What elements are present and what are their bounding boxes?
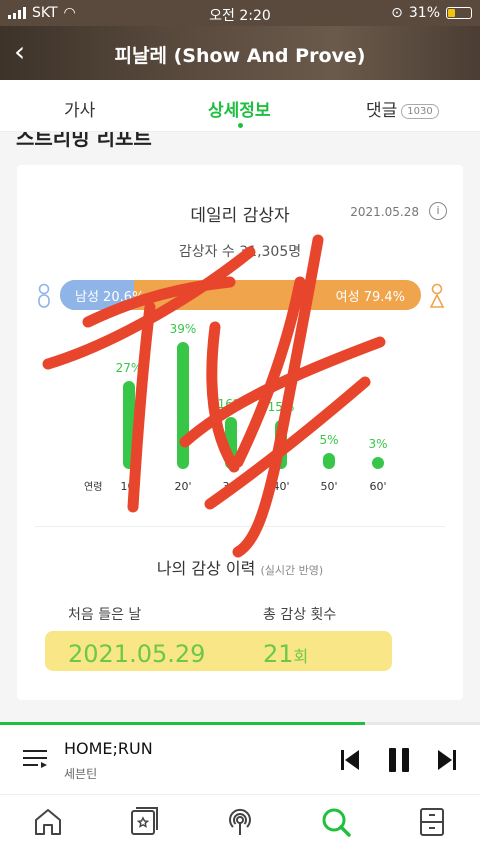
female-label: 여성 79.4% — [335, 290, 405, 305]
comment-count-badge: 1030 — [401, 103, 439, 119]
title-bar: ‹ 피날레 (Show And Prove) — [0, 26, 480, 80]
age-percent-label: 15% — [267, 400, 295, 415]
tab-comments[interactable]: 댓글 1030 — [366, 96, 439, 121]
pause-icon[interactable] — [388, 747, 410, 773]
artist-name: 세븐틴 — [64, 767, 98, 781]
my-history-title: 나의 감상 이력 (실시간 반영) — [17, 555, 463, 579]
age-axis-tick: 20' — [174, 480, 192, 493]
playlist-icon[interactable] — [22, 747, 48, 771]
age-percent-label: 16% — [217, 397, 245, 411]
age-percent-label: 5% — [319, 432, 339, 447]
storage-icon[interactable] — [416, 806, 448, 838]
streaming-report-card: 데일리 감상자 2021.05.28 i 감상자 수 31,305명 남성 20… — [17, 165, 463, 700]
podcast-icon[interactable] — [224, 806, 256, 838]
age-axis-tick: 60' — [369, 480, 387, 493]
mini-player[interactable]: HOME;RUN 세븐틴 — [0, 725, 480, 795]
tab-details[interactable]: 상세정보 — [208, 96, 271, 121]
age-axis-label: 연령 — [84, 482, 103, 493]
search-icon[interactable] — [320, 806, 352, 838]
active-tab-indicator — [238, 123, 243, 128]
report-date: 2021.05.28 — [350, 205, 419, 219]
info-icon[interactable]: i — [429, 202, 447, 220]
total-plays-label: 총 감상 횟수 — [263, 607, 337, 623]
first-listen-label: 처음 들은 날 — [68, 607, 142, 623]
age-axis-tick: 50' — [320, 480, 338, 493]
age-bar — [275, 420, 287, 469]
tab-bar: 가사 상세정보 댓글 1030 — [0, 80, 480, 132]
page-title: 피날레 (Show And Prove) — [114, 45, 366, 67]
age-bar — [123, 381, 135, 469]
status-bar: SKT ◠ 오전 2:20 ⊙ 31% — [0, 0, 480, 26]
rotation-lock-icon: ⊙ — [391, 5, 403, 21]
age-axis-tick: 10' — [120, 480, 138, 493]
total-plays-unit: 회 — [293, 647, 309, 666]
age-bar — [177, 342, 189, 469]
total-plays-number: 21 — [263, 640, 294, 668]
battery-percent: 31% — [408, 5, 440, 21]
battery-icon — [446, 7, 472, 19]
details-content[interactable]: 스트리밍 리포트 데일리 감상자 2021.05.28 i 감상자 수 31,3… — [0, 132, 480, 722]
age-bar — [225, 417, 237, 469]
age-percent-label: 3% — [368, 437, 388, 451]
age-axis-tick: 30' — [222, 480, 240, 493]
listener-count: 감상자 수 31,305명 — [178, 244, 302, 260]
gender-ratio-bar: 남성 20.6% 여성 79.4% — [60, 280, 421, 310]
song-title: HOME;RUN — [64, 739, 153, 758]
tab-lyrics[interactable]: 가사 — [64, 96, 95, 121]
section-title: 스트리밍 리포트 — [16, 132, 152, 150]
next-icon[interactable] — [437, 749, 457, 771]
realtime-note: (실시간 반영) — [260, 564, 324, 577]
tab-comments-label: 댓글 — [366, 101, 398, 121]
age-bar — [323, 452, 335, 469]
age-axis-tick: 40' — [272, 480, 290, 493]
my-history-heading: 나의 감상 이력 — [156, 559, 256, 578]
age-distribution-chart: 연령 27% 10' 39% 20' 16% 30' 15% 40' 5% 50' 3% 60' — [17, 322, 463, 505]
age-bar — [372, 457, 384, 469]
home-icon[interactable] — [32, 806, 64, 838]
female-icon — [429, 283, 445, 308]
total-plays-value: 21회 — [263, 640, 308, 668]
first-listen-date: 2021.05.29 — [68, 640, 206, 668]
age-percent-label: 39% — [169, 322, 197, 337]
male-icon — [38, 283, 50, 308]
prev-icon[interactable] — [340, 749, 360, 771]
divider — [35, 526, 445, 527]
bottom-navigation — [0, 796, 480, 853]
male-label: 남성 20.6% — [75, 290, 145, 305]
age-percent-label: 27% — [115, 361, 143, 376]
library-icon[interactable] — [128, 806, 160, 838]
